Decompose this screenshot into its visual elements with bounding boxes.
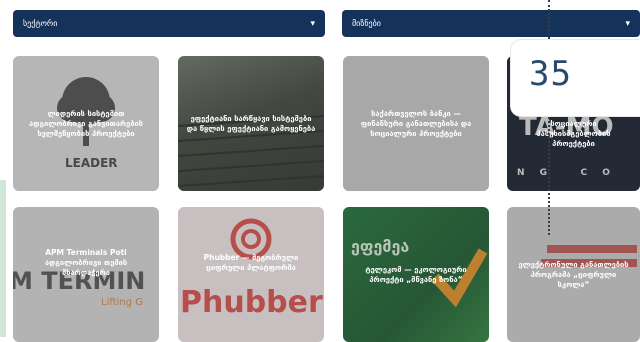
badge-number: 35: [529, 54, 572, 94]
project-card[interactable]: ეფექტიანი სარწყავი სისტემები და წყლის ეფ…: [178, 56, 324, 191]
card-overlay: [178, 207, 324, 342]
card-title: ლიდერის სისტემით ადგილობრივი განვითარები…: [28, 108, 144, 138]
dotted-guide-line: [548, 0, 550, 235]
card-title: Phubber — მეგობრული ციფრული პლატფორმა: [203, 252, 299, 272]
goals-dropdown[interactable]: მიზნები ▾: [342, 10, 640, 37]
number-badge: 35: [511, 40, 640, 116]
card-title: APM Terminals Poti ადგილობრივი თემის მხა…: [44, 247, 128, 278]
project-card[interactable]: ელექტრონული განათლების პროგრამა „ციფრული…: [507, 207, 640, 342]
sector-dropdown[interactable]: სექტორი ▾: [13, 10, 325, 37]
chevron-down-icon: ▾: [310, 18, 315, 29]
sector-dropdown-label: სექტორი: [23, 19, 58, 28]
card-title: ტელეკომ — ეკოლოგიური პროექტი „მწვანე ზონ…: [365, 264, 467, 284]
project-card[interactable]: LEADER ლიდერის სისტემით ადგილობრივი განვ…: [13, 56, 159, 191]
project-card[interactable]: საქართველოს ბანკი — ფინანსური განათლების…: [343, 56, 489, 191]
card-title: საქართველოს ბანკი — ფინანსური განათლების…: [360, 108, 472, 138]
chevron-down-icon: ▾: [625, 18, 630, 29]
project-card[interactable]: ეფემეა ტელეკომ — ეკოლოგიური პროექტი „მწვ…: [343, 207, 489, 342]
card-title: ელექტრონული განათლების პროგრამა „ციფრული…: [518, 259, 629, 289]
goals-dropdown-label: მიზნები: [352, 19, 381, 28]
project-card[interactable]: Phubber Phubber — მეგობრული ციფრული პლატ…: [178, 207, 324, 342]
left-edge-strip: [0, 180, 6, 337]
project-card[interactable]: M TERMIN Lifting G APM Terminals Poti ად…: [13, 207, 159, 342]
card-title: სოციალური პასუხისმგებლობის პროექტები: [536, 118, 611, 149]
card-title: ეფექტიანი სარწყავი სისტემები და წყლის ეფ…: [186, 113, 316, 133]
